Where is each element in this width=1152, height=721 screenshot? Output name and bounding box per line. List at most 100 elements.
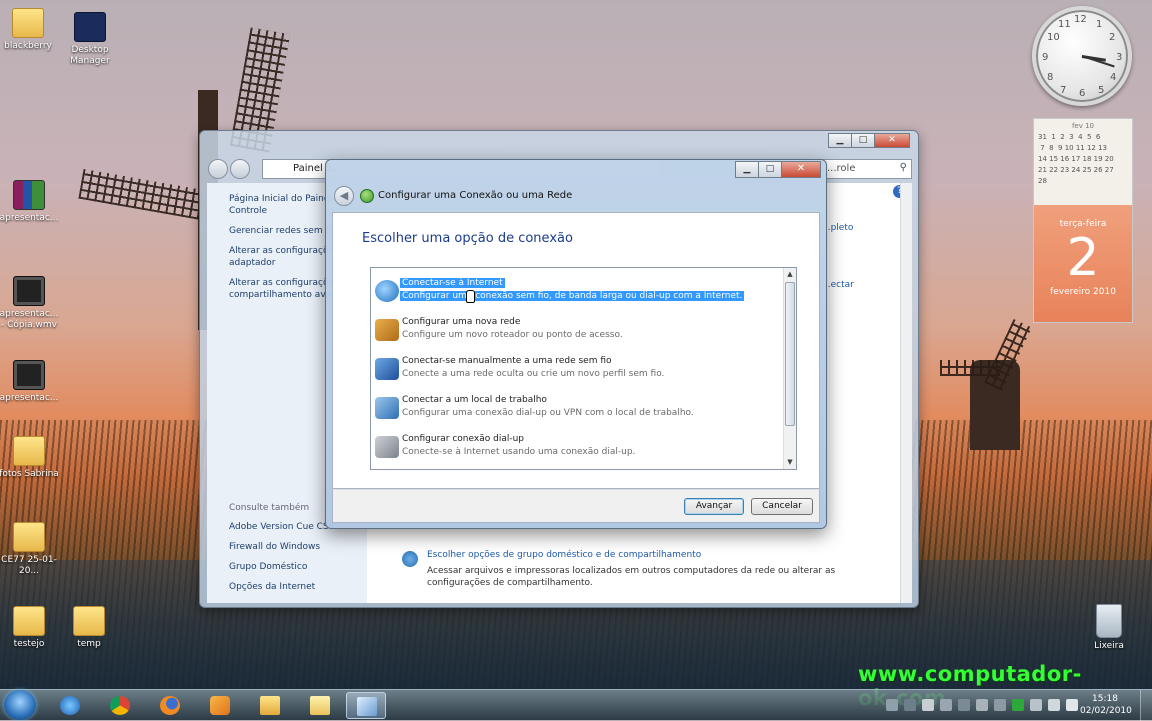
desktop-icon-fotos-sabrina[interactable]: fotos Sabrina bbox=[0, 436, 61, 480]
desktop-icon-ce77[interactable]: CE77 25-01-20... bbox=[0, 522, 61, 577]
close-button[interactable]: ✕ bbox=[781, 161, 821, 178]
dialog-heading: Escolher uma opção de conexão bbox=[362, 231, 573, 246]
tray-app-icon[interactable] bbox=[940, 699, 952, 711]
calendar-row: 28 bbox=[1038, 177, 1047, 185]
recycle-bin-icon bbox=[1096, 604, 1122, 638]
close-button[interactable]: ✕ bbox=[874, 133, 910, 148]
desktop-icon-testejo[interactable]: testejo bbox=[0, 606, 61, 650]
link-homegroup-options[interactable]: Escolher opções de grupo doméstico e de … bbox=[427, 550, 701, 560]
windmill-right bbox=[940, 319, 1080, 460]
taskbar: 15:18 02/02/2010 bbox=[0, 689, 1152, 721]
maximize-button[interactable]: □ bbox=[851, 133, 875, 148]
maximize-button[interactable]: □ bbox=[758, 161, 782, 178]
option-description: Configurar uma conexão sem fio, de banda… bbox=[400, 291, 745, 301]
desktop-icon-recycle-bin[interactable]: Lixeira bbox=[1084, 604, 1134, 651]
search-input[interactable]: ...role ⚲ bbox=[822, 159, 912, 179]
link-adobe-version-cue[interactable]: Adobe Version Cue CS4 bbox=[229, 521, 334, 533]
tray-security-icon[interactable] bbox=[1012, 699, 1024, 711]
calendar-day-number: 2 bbox=[1066, 228, 1100, 288]
connection-options-list[interactable]: Conectar-se à Internet Configurar uma co… bbox=[370, 267, 797, 470]
folder-icon bbox=[13, 522, 45, 552]
video-file-icon bbox=[13, 360, 45, 390]
workplace-icon bbox=[375, 397, 399, 419]
option-connect-internet[interactable]: Conectar-se à Internet Configurar uma co… bbox=[371, 274, 783, 310]
folder-icon bbox=[310, 696, 330, 715]
option-workplace[interactable]: Conectar a um local de trabalho Configur… bbox=[371, 391, 783, 427]
network-icon bbox=[360, 189, 374, 203]
back-button[interactable] bbox=[208, 159, 228, 179]
homegroup-description-1: Acessar arquivos e impressoras localizad… bbox=[427, 566, 836, 576]
mouse-cursor-icon bbox=[466, 290, 475, 303]
taskbar-control-panel[interactable] bbox=[346, 692, 386, 719]
start-button[interactable] bbox=[4, 690, 36, 720]
taskbar-firefox[interactable] bbox=[150, 692, 190, 719]
option-dialup[interactable]: Configurar conexão dial-up Conecte-se à … bbox=[371, 430, 783, 466]
window-caption-buttons: ▁ □ ✕ bbox=[828, 133, 910, 148]
desktop-icon-blackberry[interactable]: blackberry bbox=[0, 8, 60, 52]
calendar-weekday: terça-feira bbox=[1059, 219, 1107, 229]
desktop-icon-wmv-copy[interactable]: apresentac... - Cópia.wmv bbox=[0, 276, 61, 331]
tray-app-icon[interactable] bbox=[886, 699, 898, 711]
clock-gadget[interactable]: 12 3 6 9 1 2 4 5 7 8 10 11 bbox=[1032, 6, 1132, 106]
calendar-row: 31 1 2 3 4 5 6 bbox=[1038, 133, 1101, 141]
tray-app-icon[interactable] bbox=[976, 699, 988, 711]
taskbar-date: 02/02/2010 bbox=[1080, 706, 1132, 716]
calendar-row: 21 22 23 24 25 26 27 bbox=[1038, 166, 1114, 174]
video-file-icon bbox=[13, 276, 45, 306]
dialog-footer: Avançar Cancelar bbox=[332, 489, 820, 523]
homegroup-description-2: configurações de compartilhamento. bbox=[427, 578, 593, 588]
wireless-computer-icon bbox=[375, 358, 399, 380]
back-arrow-icon[interactable]: ◀ bbox=[334, 186, 354, 206]
forward-button[interactable] bbox=[230, 159, 250, 179]
search-icon: ⚲ bbox=[899, 162, 907, 173]
link-internet-options[interactable]: Opções da Internet bbox=[229, 581, 334, 593]
minimize-button[interactable]: ▁ bbox=[735, 161, 759, 178]
dialog-body: Escolher uma opção de conexão Conectar-s… bbox=[332, 212, 820, 489]
calendar-row: 14 15 16 17 18 19 20 bbox=[1038, 155, 1114, 163]
option-description: Configurar uma conexão dial-up ou VPN co… bbox=[402, 408, 694, 418]
option-description: Configure um novo roteador ou ponto de a… bbox=[402, 330, 623, 340]
taskbar-media-player[interactable] bbox=[200, 692, 240, 719]
volume-icon[interactable] bbox=[1066, 699, 1078, 711]
scroll-up-arrow-icon[interactable]: ▲ bbox=[784, 268, 796, 281]
window-scrollbar[interactable] bbox=[900, 183, 912, 603]
search-text: ...role bbox=[827, 163, 856, 174]
desktop-icon-desktop-manager[interactable]: Desktop Manager bbox=[58, 12, 122, 67]
folder-icon bbox=[13, 436, 45, 466]
options-scrollbar[interactable]: ▲ ▼ bbox=[783, 268, 796, 469]
setup-connection-dialog[interactable]: ▁ □ ✕ ◀ Configurar uma Conexão ou uma Re… bbox=[325, 159, 827, 529]
cancel-button[interactable]: Cancelar bbox=[751, 498, 813, 515]
desktop-icon-wmv[interactable]: apresentac... bbox=[0, 360, 61, 404]
tray-app-icon[interactable] bbox=[958, 699, 970, 711]
taskbar-clock[interactable]: 15:18 02/02/2010 bbox=[1080, 693, 1132, 717]
show-desktop-button[interactable] bbox=[1140, 690, 1152, 721]
link-homegroup[interactable]: Grupo Doméstico bbox=[229, 561, 334, 573]
tray-app-icon[interactable] bbox=[1030, 699, 1042, 711]
tray-app-icon[interactable] bbox=[922, 699, 934, 711]
calendar-gadget[interactable]: fev 10 31 1 2 3 4 5 6 7 8 9 10 11 12 13 … bbox=[1033, 118, 1133, 323]
tray-app-icon[interactable] bbox=[904, 699, 916, 711]
desktop-icon-rar-file[interactable]: apresentac... bbox=[0, 180, 61, 224]
minimize-button[interactable]: ▁ bbox=[828, 133, 852, 148]
taskbar-internet-explorer[interactable] bbox=[50, 692, 90, 719]
folder-icon bbox=[12, 8, 44, 38]
next-button[interactable]: Avançar bbox=[684, 498, 744, 515]
option-new-network[interactable]: Configurar uma nova rede Configure um no… bbox=[371, 313, 783, 349]
desktop-icon-temp[interactable]: temp bbox=[57, 606, 121, 650]
folder-icon bbox=[13, 606, 45, 636]
option-manual-wireless[interactable]: Conectar-se manualmente a uma rede sem f… bbox=[371, 352, 783, 388]
taskbar-explorer[interactable] bbox=[250, 692, 290, 719]
taskbar-folder-2[interactable] bbox=[300, 692, 340, 719]
blackberry-icon bbox=[74, 12, 106, 42]
link-windows-firewall[interactable]: Firewall do Windows bbox=[229, 541, 334, 553]
taskbar-chrome[interactable] bbox=[100, 692, 140, 719]
router-icon bbox=[375, 319, 399, 341]
taskbar-time: 15:18 bbox=[1092, 694, 1118, 704]
scroll-thumb[interactable] bbox=[785, 282, 795, 426]
telephone-icon bbox=[375, 436, 399, 458]
scroll-down-arrow-icon[interactable]: ▼ bbox=[784, 456, 796, 469]
chrome-icon bbox=[110, 696, 130, 715]
folder-icon bbox=[73, 606, 105, 636]
network-icon[interactable] bbox=[1048, 699, 1060, 711]
tray-app-icon[interactable] bbox=[994, 699, 1006, 711]
